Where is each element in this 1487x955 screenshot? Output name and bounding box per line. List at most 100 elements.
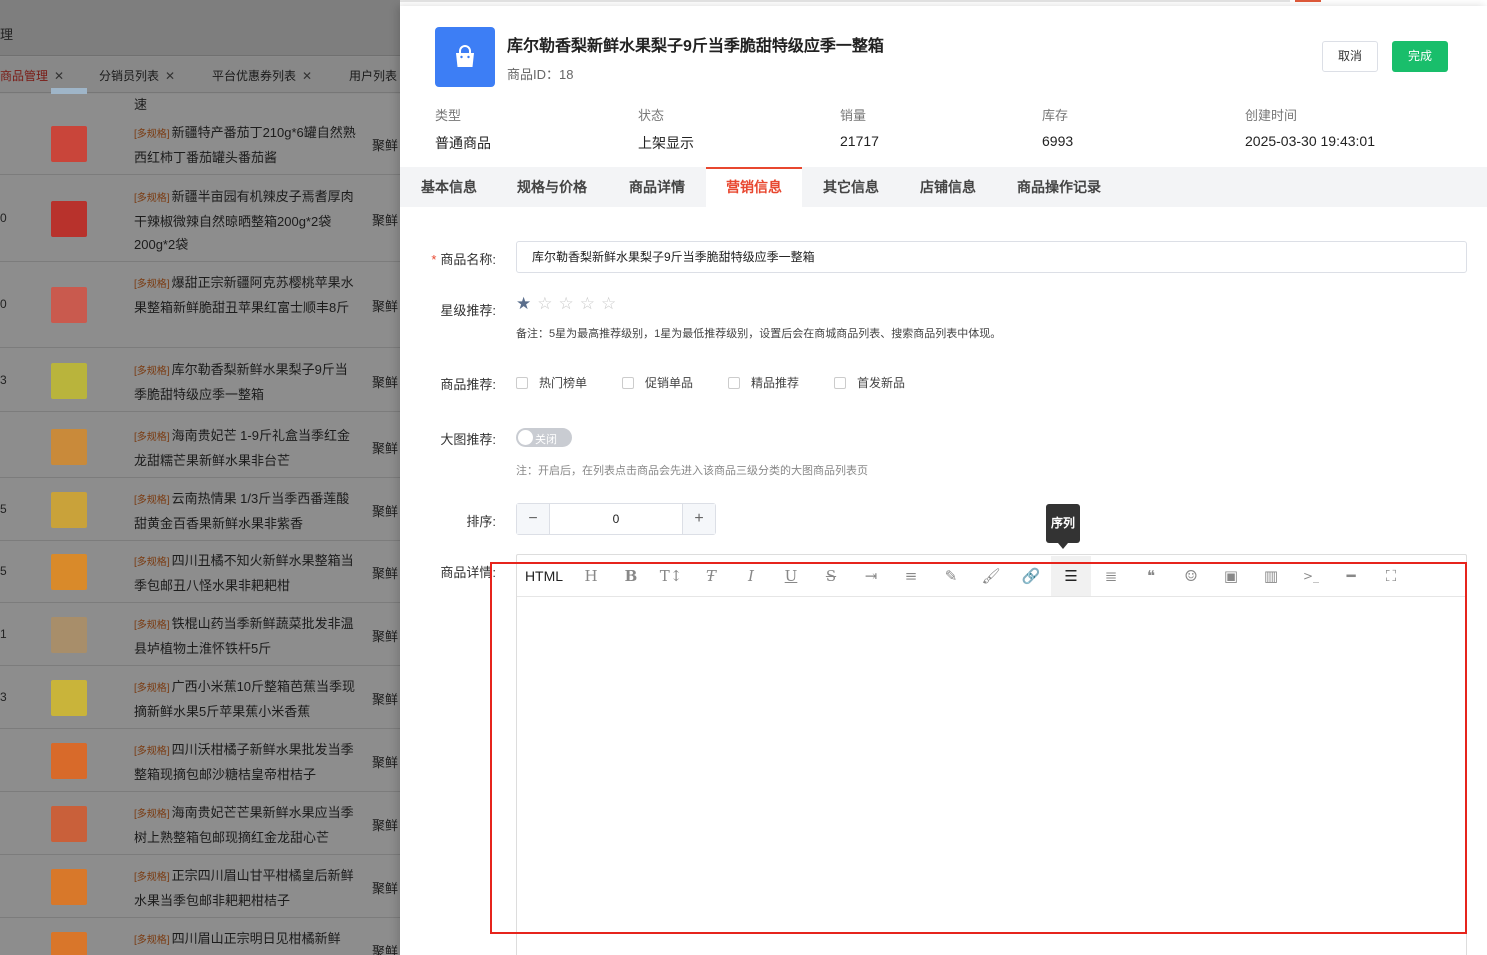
bg-product-thumbnail (51, 616, 87, 653)
html-mode-button[interactable]: HTML (517, 556, 571, 596)
bg-product-tag: [多规格] (134, 934, 170, 946)
bg-tab-distributors[interactable]: 分销员列表 ✕ (99, 67, 175, 84)
cancel-button[interactable]: 取消 (1322, 41, 1378, 72)
sort-stepper[interactable]: − 0 + (516, 503, 716, 535)
close-icon[interactable]: ✕ (165, 69, 175, 83)
quote-icon[interactable]: ❝ (1131, 556, 1171, 596)
bg-product-name: [多规格] 正宗四川眉山甘平柑橘皇后新鲜水果当季包邮非耙耙柑桔子 (134, 864, 356, 912)
bg-product-tag: [多规格] (134, 556, 170, 568)
name-label: * 商品名称: (400, 249, 496, 268)
italic-icon[interactable]: I (731, 556, 771, 596)
checkbox[interactable] (516, 376, 528, 389)
product-edit-drawer: 库尔勒香梨新鲜水果梨子9斤当季脆甜特级应季一整箱 商品ID：18 取消 完成 类… (400, 6, 1487, 955)
bg-tab-label: 用户列表 (349, 69, 398, 83)
bg-row-index: 1 (0, 626, 7, 641)
minus-icon[interactable]: − (517, 504, 549, 534)
divider-icon[interactable]: ━ (1331, 556, 1371, 596)
tab-spec-price[interactable]: 规格与价格 (503, 167, 601, 207)
checkbox-new[interactable]: 首发新品 (834, 374, 905, 391)
bigimg-note: 注：开启后，在列表点击商品会先进入该商品三级分类的大图商品列表页 (516, 465, 868, 477)
bg-product-tag: [多规格] (134, 619, 170, 631)
bg-product-name: [多规格] 新疆半亩园有机辣皮子焉耆厚肉干辣椒微辣自然晾晒整箱200g*2袋200… (134, 185, 356, 256)
product-name-input[interactable]: 库尔勒香梨新鲜水果梨子9斤当季脆甜特级应季一整箱 (516, 241, 1467, 273)
image-icon[interactable]: ▣ (1211, 556, 1251, 596)
bg-row-index: 5 (0, 501, 7, 516)
bg-product-name: [多规格] 云南热情果 1/3斤当季西番莲酸甜黄金百香果新鲜水果非紫香 (134, 487, 356, 535)
close-icon[interactable]: ✕ (302, 69, 312, 83)
bg-product-tag: [多规格] (134, 808, 170, 820)
emoji-icon[interactable]: ☺ (1171, 556, 1211, 596)
bg-shop-name: 聚鲜 (372, 299, 399, 314)
checkbox-premium[interactable]: 精品推荐 (728, 374, 799, 391)
info-value: 6993 (1042, 133, 1074, 149)
font-size-icon[interactable]: T↕ (651, 556, 691, 596)
video-icon[interactable]: ▥ (1251, 556, 1291, 596)
bg-product-thumbnail (51, 428, 87, 465)
bg-table-row: [多规格] 云南热情果 1/3斤当季西番莲酸甜黄金百香果新鲜水果非紫香 聚鲜 5 (0, 478, 400, 541)
info-key: 创建时间 (1245, 108, 1298, 123)
info-sales: 销量 21717 (840, 105, 879, 149)
star-rating[interactable]: ★ ☆ ☆ ☆ ☆ (516, 295, 616, 313)
info-type: 类型 普通商品 (435, 105, 491, 153)
tab-marketing-info[interactable]: 营销信息 (706, 167, 802, 207)
tab-basic-info[interactable]: 基本信息 (400, 167, 498, 207)
list-icon[interactable]: ☰ (1051, 555, 1091, 596)
bg-shop-name: 聚鲜 (372, 943, 399, 955)
line-height-icon[interactable]: ≡ (891, 556, 931, 596)
bg-table-row: [多规格] 海南贵妃芒芒果新鲜水果应当季树上熟整箱包邮现摘红金龙甜心芒 聚鲜 (0, 792, 400, 855)
link-icon[interactable]: 🔗 (1011, 556, 1051, 596)
bg-tab-label: 平台优惠券列表 (212, 69, 297, 83)
info-value: 普通商品 (435, 135, 491, 151)
plus-icon[interactable]: + (683, 504, 715, 534)
strikethrough-icon[interactable]: S (811, 556, 851, 596)
fullscreen-icon[interactable]: ⛶ (1371, 556, 1411, 596)
bg-tab-users[interactable]: 用户列表 (349, 67, 397, 84)
bg-product-name: [多规格] 铁棍山药当季新鲜蔬菜批发非温县垆植物土淮怀铁杆5斤 (134, 612, 356, 660)
bg-product-thumbnail (51, 931, 87, 955)
editor-content-area[interactable] (517, 597, 1466, 955)
tab-product-detail[interactable]: 商品详情 (608, 167, 706, 207)
code-icon[interactable]: >_ (1291, 556, 1331, 596)
done-button[interactable]: 完成 (1392, 41, 1448, 72)
tab-other-info[interactable]: 其它信息 (802, 167, 900, 207)
checkbox-hot-list[interactable]: 热门榜单 (516, 374, 587, 391)
bigimg-label: 大图推荐: (440, 432, 496, 447)
indent-icon[interactable]: ⇥ (851, 556, 891, 596)
justify-icon[interactable]: ≣ (1091, 556, 1131, 596)
star-icon[interactable]: ☆ (559, 295, 574, 313)
bg-tab-coupons[interactable]: 平台优惠券列表 ✕ (212, 67, 312, 84)
background-color-icon[interactable]: 🖌 (971, 556, 1011, 596)
heading-icon[interactable]: H (571, 556, 611, 596)
checkbox[interactable] (834, 376, 846, 389)
sort-value[interactable]: 0 (549, 504, 683, 534)
bg-tab-product[interactable]: 商品管理 ✕ (0, 67, 64, 84)
checkbox-label: 促销单品 (645, 376, 694, 390)
tab-operation-log[interactable]: 商品操作记录 (1006, 167, 1112, 207)
checkbox-promo[interactable]: 促销单品 (622, 374, 693, 391)
star-icon[interactable]: ☆ (601, 295, 616, 313)
star-icon[interactable]: ☆ (537, 295, 552, 313)
bold-icon[interactable]: B (611, 556, 651, 596)
detail-label: 商品详情: (440, 565, 496, 580)
bigimg-toggle[interactable]: 关闭 (516, 428, 572, 447)
star-icon[interactable]: ☆ (580, 295, 595, 313)
font-family-icon[interactable]: Ŧ (691, 556, 731, 596)
underline-icon[interactable]: U (771, 556, 811, 596)
bg-row-index: 0 (0, 297, 7, 311)
checkbox[interactable] (728, 376, 740, 389)
close-icon[interactable]: ✕ (54, 69, 64, 83)
bg-shop-name: 聚鲜 (372, 691, 399, 707)
checkbox[interactable] (622, 376, 634, 389)
checkbox-label: 首发新品 (857, 376, 906, 390)
info-key: 销量 (840, 108, 867, 123)
bg-shop-name: 聚鲜 (372, 754, 399, 770)
tab-shop-info[interactable]: 店铺信息 (899, 167, 997, 207)
editor-toolbar: HTML H B T↕ Ŧ I U S ⇥ ≡ ✎ 🖌 🔗 ☰ ≣ ❝ ☺ ▣ … (517, 555, 1466, 597)
star-icon[interactable]: ★ (516, 295, 531, 313)
bg-title-fragment: 理 (0, 27, 14, 42)
font-color-icon[interactable]: ✎ (931, 556, 971, 596)
bg-product-thumbnail (51, 125, 87, 162)
toggle-knob (518, 430, 533, 445)
bg-product-thumbnail (51, 553, 87, 590)
info-value: 2025-03-30 19:43:01 (1245, 133, 1375, 149)
